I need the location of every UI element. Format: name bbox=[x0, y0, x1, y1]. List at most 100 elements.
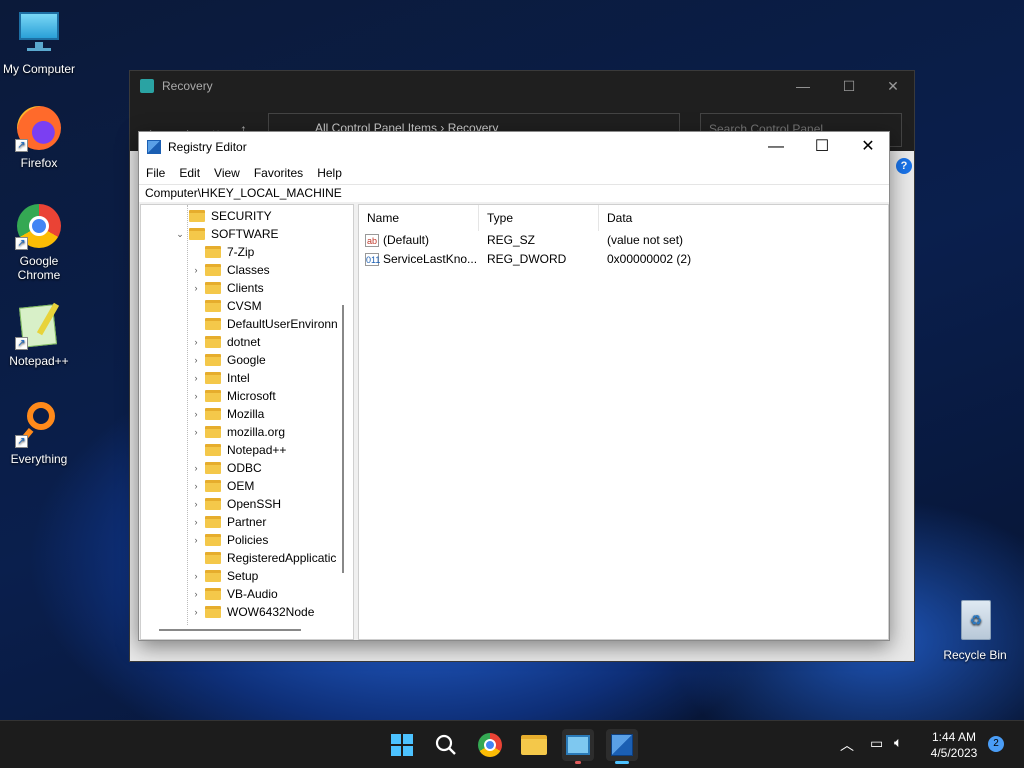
chevron-right-icon[interactable]: › bbox=[191, 607, 201, 617]
start-button[interactable] bbox=[386, 729, 418, 761]
chevron-down-icon[interactable]: ⌄ bbox=[175, 229, 185, 240]
desktop-icon-everything[interactable]: ↗ Everything bbox=[1, 400, 77, 466]
chevron-right-icon[interactable]: › bbox=[191, 355, 201, 365]
chevron-right-icon[interactable]: › bbox=[191, 517, 201, 527]
desktop-icon-google-chrome[interactable]: ↗ Google Chrome bbox=[1, 202, 77, 282]
desktop-icon-my-computer[interactable]: My Computer bbox=[1, 10, 77, 76]
help-icon[interactable]: ? bbox=[896, 158, 912, 174]
value-type[interactable]: REG_SZ bbox=[487, 231, 535, 250]
tree-item-label: CVSM bbox=[227, 299, 262, 313]
value-name-text: ServiceLastKno... bbox=[383, 252, 478, 266]
maximize-button[interactable]: ☐ bbox=[826, 71, 872, 101]
value-data[interactable]: (value not set) bbox=[607, 231, 683, 250]
desktop-icon-label: Notepad++ bbox=[9, 354, 69, 368]
desktop-icon-recycle-bin[interactable]: ♻ Recycle Bin bbox=[937, 596, 1013, 662]
volume-icon[interactable]: 🔈︎ bbox=[894, 734, 902, 751]
values-list[interactable]: Name Type Data ab (Default) REG_SZ (value n… bbox=[358, 204, 889, 640]
value-type[interactable]: REG_DWORD bbox=[487, 250, 566, 269]
menu-file[interactable]: File bbox=[146, 166, 165, 180]
menu-favorites[interactable]: Favorites bbox=[254, 166, 303, 180]
vertical-scrollbar[interactable] bbox=[342, 305, 344, 573]
desktop-icon-firefox[interactable]: ↗ Firefox bbox=[1, 104, 77, 170]
close-button[interactable]: ✕ bbox=[870, 71, 916, 101]
value-data[interactable]: 0x00000002 (2) bbox=[607, 250, 691, 269]
column-header-type[interactable]: Type bbox=[479, 205, 599, 231]
tree-item[interactable]: › VB-Audio bbox=[191, 585, 278, 603]
tree-item[interactable]: › Partner bbox=[191, 513, 267, 531]
chevron-right-icon[interactable]: › bbox=[191, 571, 201, 581]
chevron-right-icon[interactable]: › bbox=[191, 499, 201, 509]
tree-item[interactable]: › Google bbox=[191, 351, 266, 369]
notification-badge[interactable]: 2 bbox=[988, 736, 1004, 752]
search-button[interactable] bbox=[430, 729, 462, 761]
folder-icon bbox=[205, 408, 221, 420]
file-explorer-button[interactable] bbox=[518, 729, 550, 761]
chevron-right-icon[interactable]: › bbox=[191, 535, 201, 545]
tree-item[interactable]: › OpenSSH bbox=[191, 495, 282, 513]
control-panel-taskbar-button[interactable] bbox=[562, 729, 594, 764]
maximize-button[interactable]: ☐ bbox=[799, 132, 845, 162]
chrome-taskbar-button[interactable] bbox=[474, 729, 506, 761]
chevron-right-icon[interactable]: › bbox=[191, 409, 201, 419]
tree-item[interactable]: › Setup bbox=[191, 567, 259, 585]
key-tree[interactable]: SECURITY ⌄ SOFTWARE 7-Zip › Classes › Clients CV… bbox=[140, 204, 354, 640]
taskbar: ︿ ▭ 🔈︎ 1:44 AM 4/5/2023 bbox=[0, 720, 1024, 768]
column-header-data[interactable]: Data bbox=[599, 205, 889, 231]
close-button[interactable]: ✕ bbox=[845, 132, 891, 162]
clock[interactable]: 1:44 AM 4/5/2023 bbox=[924, 729, 984, 761]
chevron-right-icon[interactable]: › bbox=[191, 427, 201, 437]
folder-icon bbox=[205, 372, 221, 384]
chevron-right-icon[interactable]: › bbox=[191, 337, 201, 347]
registry-editor-taskbar-button[interactable] bbox=[606, 729, 638, 764]
menu-view[interactable]: View bbox=[214, 166, 240, 180]
chevron-right-icon[interactable]: › bbox=[191, 589, 201, 599]
tree-item[interactable]: › Intel bbox=[191, 369, 250, 387]
chevron-right-icon[interactable]: › bbox=[191, 373, 201, 383]
chevron-right-icon[interactable]: › bbox=[191, 481, 201, 491]
tree-item[interactable]: › OEM bbox=[191, 477, 255, 495]
tree-item[interactable]: › ODBC bbox=[191, 459, 262, 477]
tree-item[interactable]: RegisteredApplicatic bbox=[191, 549, 336, 567]
shortcut-arrow-icon: ↗ bbox=[15, 139, 28, 152]
chevron-right-icon[interactable]: › bbox=[191, 265, 201, 275]
desktop-icon-label: Recycle Bin bbox=[943, 648, 1007, 662]
tree-item[interactable]: › Microsoft bbox=[191, 387, 276, 405]
tree-item[interactable]: 7-Zip bbox=[191, 243, 254, 261]
desktop-icon-notepad-plus-plus[interactable]: ↗ Notepad++ bbox=[1, 302, 77, 368]
registry-editor-window[interactable]: Registry Editor — ☐ ✕ File Edit View Fav… bbox=[138, 131, 890, 641]
tree-item[interactable]: › Policies bbox=[191, 531, 269, 549]
desktop-icon-label: Google Chrome bbox=[17, 254, 61, 282]
value-name[interactable]: ab (Default) bbox=[365, 231, 429, 250]
tree-item[interactable]: ⌄ SOFTWARE bbox=[175, 225, 278, 243]
tree-item[interactable]: › Mozilla bbox=[191, 405, 265, 423]
tree-item-label: dotnet bbox=[227, 335, 261, 349]
monitor-icon bbox=[15, 10, 63, 58]
horizontal-scrollbar[interactable] bbox=[159, 629, 301, 631]
minimize-button[interactable]: — bbox=[780, 71, 826, 101]
minimize-button[interactable]: — bbox=[753, 132, 799, 162]
chevron-up-icon[interactable]: ︿ bbox=[840, 735, 854, 755]
tree-item[interactable]: › mozilla.org bbox=[191, 423, 286, 441]
menu-help[interactable]: Help bbox=[317, 166, 342, 180]
value-type-text: REG_DWORD bbox=[487, 252, 567, 266]
network-icon[interactable]: ▭ bbox=[870, 735, 883, 752]
tree-item[interactable]: CVSM bbox=[191, 297, 262, 315]
folder-icon bbox=[205, 480, 221, 492]
path-bar[interactable]: Computer\HKEY_LOCAL_MACHINE bbox=[139, 184, 889, 202]
firefox-icon: ↗ bbox=[15, 104, 63, 152]
column-header-name[interactable]: Name bbox=[359, 205, 479, 231]
menu-edit[interactable]: Edit bbox=[179, 166, 200, 180]
tree-item[interactable]: SECURITY bbox=[175, 207, 272, 225]
chevron-right-icon[interactable]: › bbox=[191, 283, 201, 293]
tree-item[interactable]: Notepad++ bbox=[191, 441, 286, 459]
folder-icon bbox=[205, 282, 221, 294]
chevron-right-icon[interactable]: › bbox=[191, 391, 201, 401]
chevron-right-icon[interactable]: › bbox=[191, 463, 201, 473]
tree-item[interactable]: › Classes bbox=[191, 261, 270, 279]
tree-item[interactable]: › WOW6432Node bbox=[191, 603, 315, 621]
value-name[interactable]: 011 ServiceLastKno... bbox=[365, 250, 477, 269]
tree-item[interactable]: › dotnet bbox=[191, 333, 261, 351]
tree-item[interactable]: DefaultUserEnvironn bbox=[191, 315, 338, 333]
folder-icon bbox=[205, 552, 221, 564]
tree-item[interactable]: › Clients bbox=[191, 279, 264, 297]
